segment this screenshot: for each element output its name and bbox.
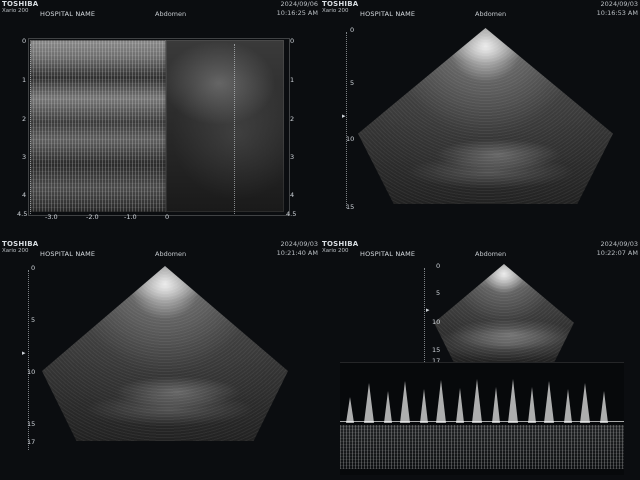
panel-2: TOSHIBA Xario 200 HOSPITAL NAME Abdomen … bbox=[320, 0, 640, 240]
date-label: 2024/09/03 bbox=[280, 240, 318, 248]
depth-dots bbox=[424, 268, 426, 364]
depth-0: 0 bbox=[436, 262, 441, 270]
depth-5: 5 bbox=[436, 289, 441, 297]
doppler-spectrum bbox=[340, 362, 624, 475]
depth-5: 5 bbox=[350, 79, 355, 87]
model-label: Xario 200 bbox=[2, 8, 29, 14]
b-mode-sector-image bbox=[434, 264, 574, 362]
date-label: 2024/09/03 bbox=[600, 0, 638, 8]
b-mode-image bbox=[166, 40, 284, 212]
depth-dots bbox=[346, 32, 348, 208]
depth-15: 15 bbox=[27, 420, 36, 428]
time-axis-0: 0 bbox=[165, 213, 170, 221]
panel-3: TOSHIBA Xario 200 HOSPITAL NAME Abdomen … bbox=[0, 240, 320, 480]
focus-marker-icon: ▸ bbox=[22, 349, 26, 357]
panel-1: TOSHIBA Xario 200 HOSPITAL NAME Abdomen … bbox=[0, 0, 320, 240]
right-depth-dots bbox=[234, 44, 236, 214]
focus-marker-icon: ▸ bbox=[342, 112, 346, 120]
b-mode-sector-image bbox=[358, 28, 613, 204]
depth-10: 10 bbox=[27, 368, 36, 376]
right-depth-3: 3 bbox=[290, 153, 295, 161]
depth-15: 15 bbox=[346, 203, 355, 211]
focus-marker-icon: ▸ bbox=[426, 306, 430, 314]
b-mode-sector-image bbox=[42, 266, 288, 441]
depth-0: 0 bbox=[31, 264, 36, 272]
hospital-name: HOSPITAL NAME bbox=[40, 250, 96, 258]
left-depth-dots bbox=[30, 44, 32, 214]
depth-0: 0 bbox=[350, 26, 355, 34]
depth-17: 17 bbox=[27, 438, 36, 446]
right-depth-1: 1 bbox=[290, 76, 295, 84]
depth-5: 5 bbox=[31, 316, 36, 324]
hospital-name: HOSPITAL NAME bbox=[360, 250, 416, 258]
left-depth-0: 0 bbox=[22, 37, 27, 45]
right-depth-2: 2 bbox=[290, 115, 295, 123]
left-depth-4: 4 bbox=[22, 191, 27, 199]
left-depth-3: 3 bbox=[22, 153, 27, 161]
doppler-noise bbox=[340, 425, 624, 469]
exam-preset: Abdomen bbox=[475, 10, 507, 18]
left-depth-1: 1 bbox=[22, 76, 27, 84]
left-depth-2: 2 bbox=[22, 115, 27, 123]
right-depth-4-5: 4.5 bbox=[286, 210, 297, 218]
time-label: 10:16:25 AM bbox=[276, 9, 318, 17]
time-axis-minus-2: -2.0 bbox=[86, 213, 99, 221]
hospital-name: HOSPITAL NAME bbox=[40, 10, 96, 18]
panel-2-header: TOSHIBA Xario 200 HOSPITAL NAME Abdomen … bbox=[320, 0, 640, 22]
panel-1-header: TOSHIBA Xario 200 HOSPITAL NAME Abdomen … bbox=[0, 0, 320, 22]
date-label: 2024/09/06 bbox=[280, 0, 318, 8]
exam-preset: Abdomen bbox=[155, 10, 187, 18]
time-axis-minus-3: -3.0 bbox=[45, 213, 58, 221]
model-label: Xario 200 bbox=[322, 8, 349, 14]
time-axis-minus-1: -1.0 bbox=[124, 213, 137, 221]
model-label: Xario 200 bbox=[2, 248, 29, 254]
date-label: 2024/09/03 bbox=[600, 240, 638, 248]
exam-preset: Abdomen bbox=[475, 250, 507, 258]
hospital-name: HOSPITAL NAME bbox=[360, 10, 416, 18]
left-depth-4-5: 4.5 bbox=[17, 210, 28, 218]
doppler-baseline bbox=[340, 421, 624, 422]
model-label: Xario 200 bbox=[322, 248, 349, 254]
depth-10: 10 bbox=[432, 318, 441, 326]
panel-4: TOSHIBA Xario 200 HOSPITAL NAME Abdomen … bbox=[320, 240, 640, 480]
m-mode-image bbox=[30, 40, 166, 212]
exam-preset: Abdomen bbox=[155, 250, 187, 258]
right-depth-0: 0 bbox=[290, 37, 295, 45]
time-label: 10:21:40 AM bbox=[276, 249, 318, 257]
panel-3-header: TOSHIBA Xario 200 HOSPITAL NAME Abdomen … bbox=[0, 240, 320, 262]
time-label: 10:22:07 AM bbox=[596, 249, 638, 257]
depth-15: 15 bbox=[432, 346, 441, 354]
time-label: 10:16:53 AM bbox=[596, 9, 638, 17]
ultrasound-grid: TOSHIBA Xario 200 HOSPITAL NAME Abdomen … bbox=[0, 0, 640, 480]
right-depth-4: 4 bbox=[290, 191, 295, 199]
depth-10: 10 bbox=[346, 135, 355, 143]
panel-4-header: TOSHIBA Xario 200 HOSPITAL NAME Abdomen … bbox=[320, 240, 640, 262]
